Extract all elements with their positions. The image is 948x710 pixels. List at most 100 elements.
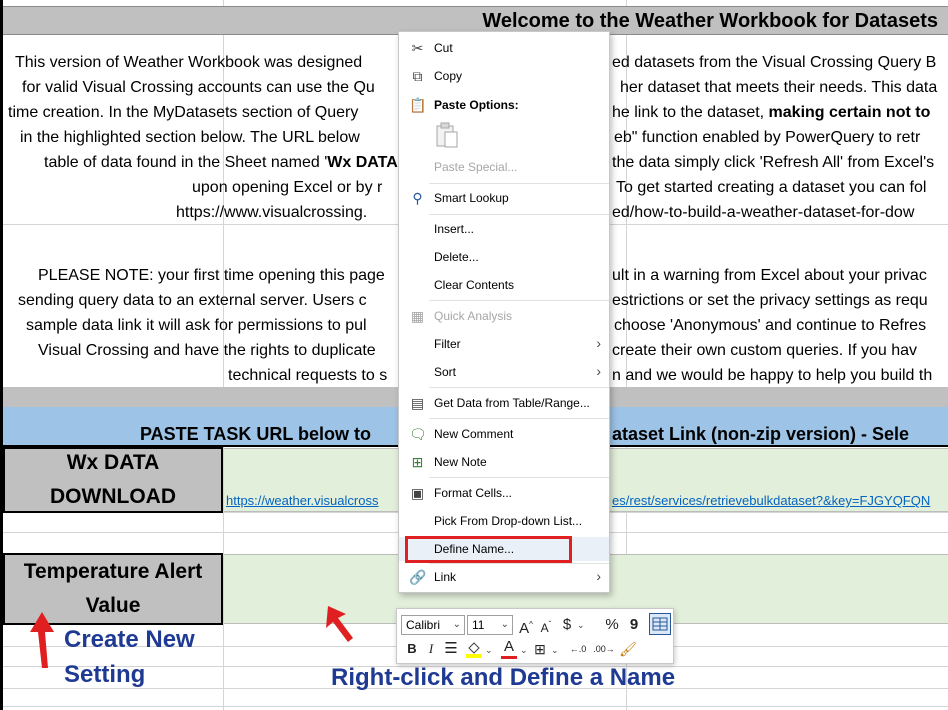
- intro-text-part: table of data found in the Sheet named ': [44, 154, 328, 171]
- menu-item-clear-contents[interactable]: Clear Contents: [399, 273, 609, 297]
- intro-text-bold: making certain not to: [768, 104, 931, 121]
- quick-analysis-icon: ▦: [410, 308, 425, 324]
- currency-format-button[interactable]: $: [560, 615, 574, 635]
- note-text: sending query data to an external server…: [18, 292, 367, 309]
- dataset-url-link[interactable]: https://weather.visualcross: [226, 493, 378, 508]
- paste-url-instruction: PASTE TASK URL below to: [140, 424, 372, 444]
- italic-button[interactable]: I: [425, 639, 437, 659]
- wx-data-download-label[interactable]: Wx DATA DOWNLOAD: [3, 447, 223, 513]
- sheet-left-border: [0, 0, 3, 710]
- increase-font-size-button[interactable]: A^: [518, 615, 534, 637]
- menu-item-label: Filter: [434, 337, 461, 351]
- format-painter-toggle[interactable]: [649, 613, 671, 635]
- font-color-button[interactable]: A: [501, 637, 517, 659]
- menu-item-label: Smart Lookup: [434, 191, 509, 205]
- intro-text: upon opening Excel or by r: [192, 179, 383, 196]
- increase-decimal-button[interactable]: ←.0: [567, 639, 589, 659]
- note-text: PLEASE NOTE: your first time opening thi…: [38, 267, 385, 284]
- align-center-button[interactable]: ☰: [443, 639, 459, 659]
- percent-style-button[interactable]: %: [603, 615, 621, 635]
- menu-item-link[interactable]: 🔗 Link ›: [399, 565, 609, 589]
- menu-item-quick-analysis[interactable]: ▦ Quick Analysis: [399, 304, 609, 328]
- note-text: choose 'Anonymous' and continue to Refre…: [614, 317, 927, 334]
- red-arrow-icon: [30, 612, 54, 668]
- menu-item-new-note[interactable]: ⊞ New Note: [399, 450, 609, 474]
- font-color-letter: A: [503, 638, 514, 655]
- menu-item-paste-special[interactable]: Paste Special...: [399, 155, 609, 179]
- intro-text: This version of Weather Workbook was des…: [15, 54, 363, 71]
- create-new-annotation: Setting: [64, 661, 146, 688]
- menu-item-label: Paste Options:: [434, 98, 519, 112]
- menu-item-copy[interactable]: ⧉ Copy: [399, 64, 609, 88]
- paste-clipboard-icon[interactable]: [434, 121, 460, 149]
- intro-text: ed datasets from the Visual Crossing Que…: [612, 54, 937, 71]
- paste-icon: 📋: [409, 97, 427, 113]
- menu-separator: [429, 387, 609, 388]
- font-name-select[interactable]: Calibri ⌄: [401, 615, 465, 635]
- temp-label-line: Temperature Alert: [23, 560, 203, 583]
- context-menu: ✂ Cut ⧉ Copy 📋 Paste Options: Paste Spec…: [398, 31, 610, 593]
- grow-letter: A: [519, 620, 530, 637]
- intro-text: he link to the dataset, making certain n…: [612, 104, 930, 122]
- row-gridline: [0, 706, 948, 707]
- menu-item-new-comment[interactable]: 🗨 New Comment: [399, 422, 609, 446]
- decrease-font-size-button[interactable]: Aˇ: [538, 615, 554, 635]
- copy-icon: ⧉: [412, 68, 423, 84]
- chevron-down-icon: ⌄: [485, 645, 493, 655]
- intro-text: https://www.visualcrossing.: [176, 204, 368, 221]
- menu-item-insert[interactable]: Insert...: [399, 217, 609, 241]
- menu-separator: [429, 477, 609, 478]
- wx-data-download-text: Wx DATA DOWNLOAD: [50, 446, 176, 514]
- wx-label-line: DOWNLOAD: [50, 485, 176, 508]
- note-text: estrictions or set the privacy settings …: [612, 292, 928, 309]
- font-size-select[interactable]: 11 ⌄: [467, 615, 513, 635]
- spreadsheet: Welcome to the Weather Workbook for Data…: [0, 0, 948, 710]
- chevron-right-icon: ›: [596, 568, 601, 584]
- dataset-url-link[interactable]: es/rest/services/retrievebulkdataset?&ke…: [612, 493, 930, 508]
- menu-item-smart-lookup[interactable]: ⚲ Smart Lookup: [399, 186, 609, 210]
- decrease-decimal-button[interactable]: .00→: [593, 639, 615, 659]
- intro-text-part: he link to the dataset,: [612, 104, 769, 121]
- chevron-down-icon: ⌄: [520, 645, 528, 655]
- intro-text: her dataset that meets their needs. This…: [620, 79, 938, 96]
- chevron-down-icon: ⌄: [577, 620, 585, 630]
- intro-text: time creation. In the MyDatasets section…: [8, 104, 359, 121]
- menu-item-label: Link: [434, 570, 457, 584]
- menu-item-label: Format Cells...: [434, 486, 513, 500]
- menu-item-sort[interactable]: Sort ›: [399, 360, 609, 384]
- menu-item-get-data[interactable]: ▤ Get Data from Table/Range...: [399, 391, 609, 415]
- scissors-icon: ✂: [411, 40, 424, 56]
- comma-style-button[interactable]: 9: [629, 615, 639, 635]
- note-text: sample data link it will ask for permiss…: [26, 317, 367, 334]
- fill-color-button[interactable]: [465, 639, 483, 659]
- menu-separator: [429, 183, 609, 184]
- fill-bucket-icon: [466, 642, 482, 658]
- menu-item-label: Copy: [434, 69, 463, 83]
- menu-item-pick-dropdown[interactable]: Pick From Drop-down List...: [399, 509, 609, 533]
- note-text: technical requests to s: [228, 367, 388, 384]
- intro-text: To get started creating a dataset you ca…: [616, 179, 927, 196]
- borders-button[interactable]: ⊞: [532, 639, 548, 659]
- right-click-annotation: Right-click and Define a Name: [331, 664, 676, 691]
- menu-item-label: Clear Contents: [434, 278, 515, 292]
- menu-item-delete[interactable]: Delete...: [399, 245, 609, 269]
- chevron-right-icon: ›: [596, 335, 601, 351]
- menu-item-label: Get Data from Table/Range...: [434, 396, 590, 410]
- menu-item-paste-options: 📋 Paste Options:: [399, 93, 609, 117]
- note-text: ult in a warning from Excel about your p…: [612, 267, 927, 284]
- menu-separator: [429, 418, 609, 419]
- new-note-icon: ⊞: [411, 454, 424, 470]
- menu-item-label: New Comment: [434, 427, 514, 441]
- menu-item-filter[interactable]: Filter ›: [399, 332, 609, 356]
- format-painter-icon[interactable]: 🖌: [619, 639, 637, 659]
- paste-url-instruction: ataset Link (non-zip version) - Sele: [612, 424, 910, 444]
- menu-item-format-cells[interactable]: ▣ Format Cells...: [399, 481, 609, 505]
- bold-button[interactable]: B: [405, 639, 419, 659]
- menu-separator: [429, 563, 609, 564]
- chevron-right-icon: ›: [596, 363, 601, 379]
- search-icon: ⚲: [412, 190, 423, 206]
- menu-item-label: Quick Analysis: [434, 309, 513, 323]
- menu-item-cut[interactable]: ✂ Cut: [399, 36, 609, 60]
- intro-text: the data simply click 'Refresh All' from…: [612, 154, 935, 171]
- mini-format-toolbar: Calibri ⌄ 11 ⌄ A^ Aˇ $ ⌄ % 9 B I ☰ ⌄ A ⌄…: [396, 608, 674, 664]
